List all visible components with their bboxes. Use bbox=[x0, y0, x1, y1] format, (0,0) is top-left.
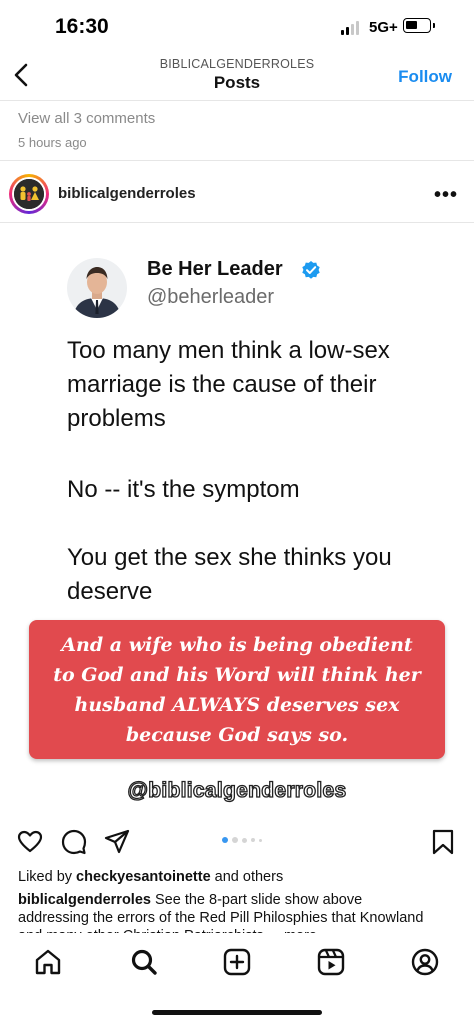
tweet-author-name: Be Her Leader bbox=[147, 258, 283, 280]
bookmark-icon[interactable] bbox=[430, 829, 456, 855]
post-timestamp: 5 hours ago bbox=[18, 135, 87, 150]
family-icon bbox=[14, 179, 44, 209]
comment-icon[interactable] bbox=[61, 829, 87, 855]
liked-by-user[interactable]: checkyesantoinette bbox=[76, 869, 211, 885]
share-icon[interactable] bbox=[104, 829, 130, 855]
overlay-text-box: And a wife who is being obedient to God … bbox=[29, 620, 445, 759]
verified-badge-icon bbox=[302, 261, 320, 279]
profile-icon[interactable] bbox=[411, 948, 439, 976]
tweet-paragraph: No -- it's the symptom bbox=[67, 476, 300, 503]
post-divider bbox=[0, 160, 474, 161]
post-header-divider bbox=[0, 222, 474, 223]
post-header: biblicalgenderroles ••• bbox=[0, 170, 474, 220]
more-dots-icon[interactable]: ••• bbox=[434, 184, 458, 207]
nav-header: BIBLICALGENDERROLES Posts Follow bbox=[0, 52, 474, 100]
heart-icon[interactable] bbox=[17, 829, 43, 855]
liked-by-prefix: Liked by bbox=[18, 869, 77, 885]
carousel-indicator bbox=[222, 837, 262, 843]
header-divider bbox=[0, 100, 474, 101]
liked-by-text[interactable]: Liked by checkyesantoinette and others bbox=[18, 869, 283, 885]
post-actions bbox=[0, 826, 474, 860]
bottom-tab-bar bbox=[0, 940, 474, 1025]
create-icon[interactable] bbox=[223, 948, 251, 976]
status-bar: 16:30 5G+ bbox=[0, 0, 474, 52]
watermark-text: @biblicalgenderroles bbox=[127, 778, 347, 802]
follow-button[interactable]: Follow bbox=[398, 67, 452, 87]
post-image[interactable]: Be Her Leader @beherleader Too many men … bbox=[0, 224, 474, 820]
home-icon[interactable] bbox=[34, 948, 62, 976]
tweet-paragraph: Too many men think a low-sex marriage is… bbox=[67, 337, 390, 432]
avatar[interactable] bbox=[9, 174, 49, 214]
caption-username[interactable]: biblicalgenderroles bbox=[18, 892, 151, 908]
liked-by-suffix: and others bbox=[210, 869, 284, 885]
view-comments-link[interactable]: View all 3 comments bbox=[18, 110, 155, 127]
battery-icon bbox=[403, 18, 435, 33]
tweet-avatar bbox=[67, 258, 127, 318]
post-username[interactable]: biblicalgenderroles bbox=[58, 185, 196, 202]
reels-icon[interactable] bbox=[317, 948, 345, 976]
status-time: 16:30 bbox=[55, 15, 109, 38]
person-photo-icon bbox=[67, 258, 127, 318]
home-indicator bbox=[152, 1010, 322, 1015]
network-label: 5G+ bbox=[369, 19, 398, 36]
search-icon[interactable] bbox=[130, 948, 158, 976]
tweet-paragraph: You get the sex she thinks you deserve bbox=[67, 544, 392, 605]
signal-icon bbox=[341, 21, 359, 35]
tweet-handle: @beherleader bbox=[147, 286, 275, 308]
overlay-text: And a wife who is being obedient to God … bbox=[53, 633, 421, 746]
post-caption[interactable]: biblicalgenderroles See the 8-part slide… bbox=[18, 891, 428, 933]
